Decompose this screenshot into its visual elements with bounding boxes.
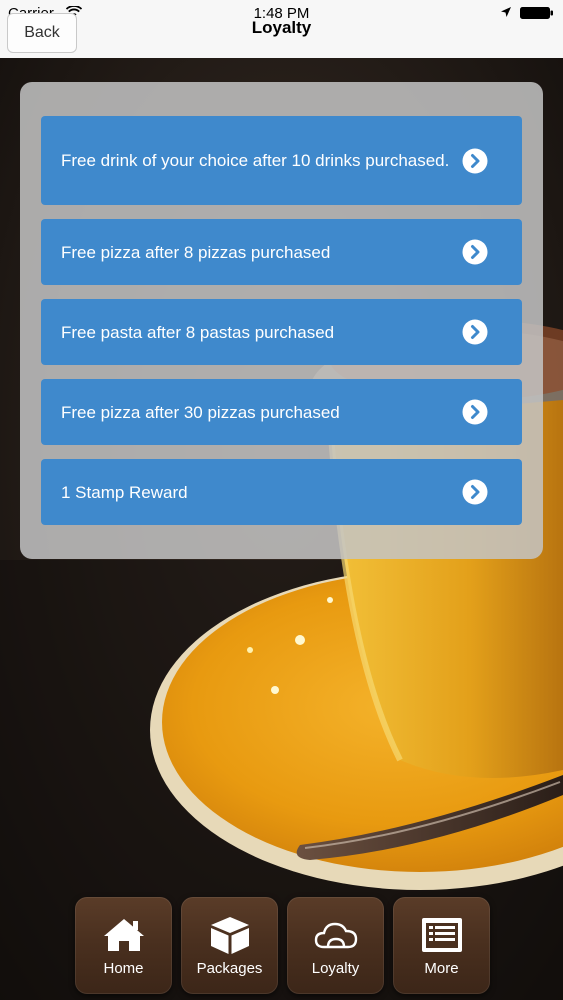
tab-home[interactable]: Home [75,897,172,994]
tab-label: More [424,960,459,977]
back-button[interactable]: Back [7,13,77,53]
tab-bar: Home Packages Loyalty More [75,897,490,994]
reward-item[interactable]: Free pizza after 8 pizzas purchased [41,219,522,285]
tab-packages[interactable]: Packages [181,897,278,994]
chevron-right-icon [462,148,488,173]
home-icon [103,919,144,951]
loyalty-screen: Carrier 1:48 PM Loyalty Back Free drink … [0,0,563,1000]
rewards-panel: Free drink of your choice after 10 drink… [20,82,543,559]
back-button-label: Back [24,24,60,41]
tab-label: Home [103,960,144,977]
tab-loyalty[interactable]: Loyalty [287,897,384,994]
package-icon [210,917,249,954]
chevron-right-icon [462,319,488,345]
reward-item[interactable]: Free pizza after 30 pizzas purchased [41,379,522,445]
reward-list: Free drink of your choice after 10 drink… [41,116,522,539]
reward-item[interactable]: 1 Stamp Reward [41,459,522,525]
page-title: Loyalty [251,18,312,37]
chevron-right-icon [462,399,488,425]
reward-label: Free drink of your choice after 10 drink… [61,151,450,170]
reward-label: Free pizza after 30 pizzas purchased [61,402,340,422]
reward-label: Free pizza after 8 pizzas purchased [61,242,331,262]
tab-more[interactable]: More [393,897,490,994]
list-icon [421,918,462,952]
reward-item[interactable]: Free pasta after 8 pastas purchased [41,299,522,365]
tab-label: Packages [196,960,263,977]
cloud-icon [314,922,357,949]
reward-label: Free pasta after 8 pastas purchased [61,322,335,342]
reward-item[interactable]: Free drink of your choice after 10 drink… [41,116,522,205]
chevron-right-icon [462,479,488,505]
chevron-right-icon [462,239,488,265]
navigation-bar: Carrier 1:48 PM Loyalty Back [0,0,563,58]
tab-label: Loyalty [311,960,360,977]
location-arrow-icon [501,7,511,17]
reward-label: 1 Stamp Reward [61,482,188,502]
